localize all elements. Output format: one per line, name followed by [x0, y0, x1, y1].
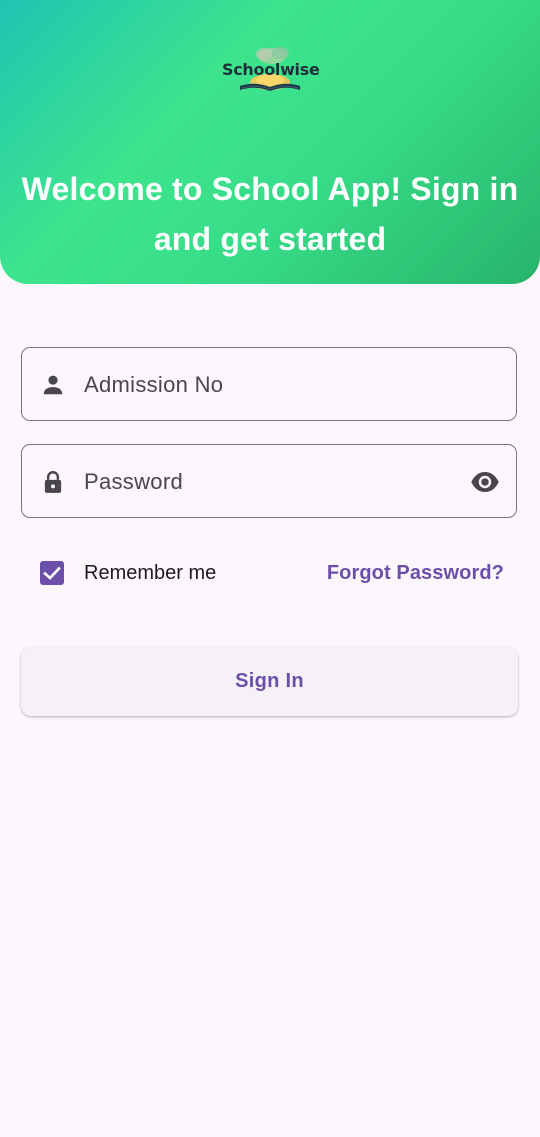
remember-me-checkbox[interactable] [40, 561, 64, 585]
welcome-heading: Welcome to School App! Sign in and get s… [21, 171, 519, 257]
schoolwise-logo: Schoolwise [222, 44, 320, 96]
admission-no-field[interactable]: Admission No [21, 347, 517, 421]
visibility-toggle-eye-icon[interactable] [470, 468, 500, 496]
admission-no-placeholder: Admission No [84, 372, 224, 397]
password-placeholder: Password [84, 469, 183, 494]
check-icon [43, 566, 61, 580]
sign-in-button[interactable]: Sign In [21, 647, 518, 716]
header-banner: Schoolwise Welcome to School App! Sign i… [0, 0, 540, 284]
forgot-password-link[interactable]: Forgot Password? [327, 560, 504, 586]
person-icon [40, 372, 66, 398]
password-field[interactable]: Password [21, 444, 517, 518]
logo-text: Schoolwise [222, 60, 320, 79]
remember-me-label[interactable]: Remember me [84, 560, 216, 586]
lock-icon [40, 469, 66, 495]
